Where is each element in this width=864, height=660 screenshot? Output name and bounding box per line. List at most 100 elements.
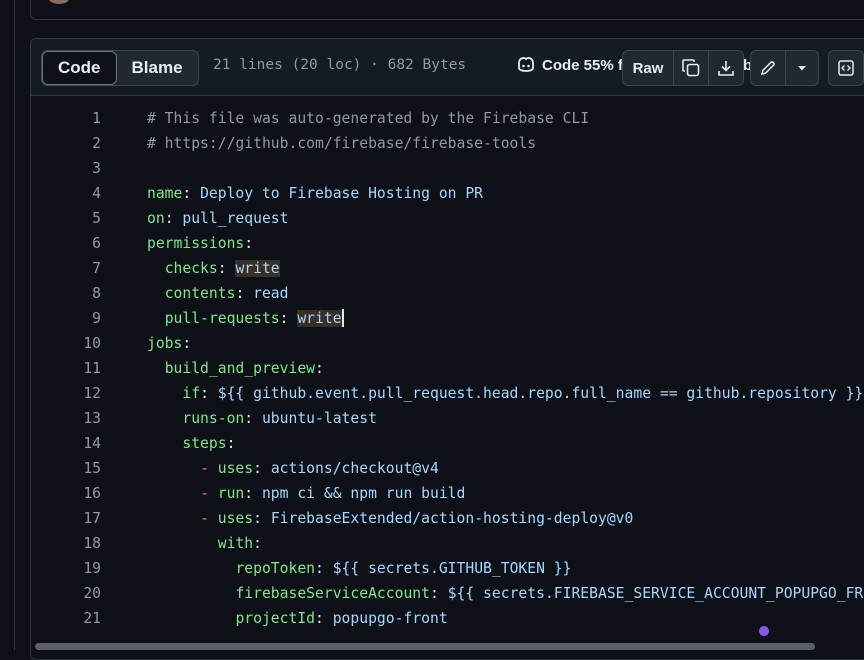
code-line: 10 jobs: (31, 331, 864, 356)
code-token: : (253, 535, 262, 552)
code-token: : (253, 510, 271, 527)
line-content: projectId: popupgo-front (147, 606, 448, 631)
code-line: 18 with: (31, 531, 864, 556)
code-token: # This file was auto-generated by the Fi… (147, 110, 590, 127)
file-header: Code Blame 21 lines (20 loc) · 682 Bytes… (31, 39, 864, 96)
code-token: # https://github.com/firebase/firebase-t… (147, 135, 537, 152)
code-token: if (182, 385, 201, 402)
code-token: runs-on (182, 410, 245, 427)
download-button[interactable] (709, 51, 743, 85)
code-line: 21 projectId: popupgo-front (31, 606, 864, 631)
line-content: - uses: FirebaseExtended/action-hosting-… (147, 506, 633, 531)
code-area[interactable]: 1 # This file was auto-generated by the F… (31, 96, 864, 636)
symbols-panel-button[interactable] (829, 51, 863, 85)
line-number[interactable]: 18 (31, 531, 101, 556)
line-number[interactable]: 6 (31, 231, 101, 256)
line-number[interactable]: 12 (31, 381, 101, 406)
code-token: pull-requests (164, 310, 280, 327)
edit-file-button[interactable] (751, 51, 786, 85)
code-line: 4 name: Deploy to Firebase Hosting on PR (31, 181, 864, 206)
code-token: uses (217, 510, 254, 527)
line-number[interactable]: 10 (31, 331, 101, 356)
more-edit-options-button[interactable] (786, 51, 818, 85)
code-line: 5 on: pull_request (31, 206, 864, 231)
line-number[interactable]: 19 (31, 556, 101, 581)
code-token: : (244, 410, 262, 427)
copy-raw-button[interactable] (674, 51, 709, 85)
line-number[interactable]: 15 (31, 456, 101, 481)
code-line: 19 repoToken: ${{ secrets.GITHUB_TOKEN }… (31, 556, 864, 581)
file-info: 21 lines (20 loc) · 682 Bytes (213, 57, 467, 73)
tab-blame[interactable]: Blame (117, 51, 198, 85)
line-number[interactable]: 5 (31, 206, 101, 231)
code-token: ${{ secrets.FIREBASE_SERVICE_ACCOUNT_POP… (447, 585, 864, 602)
code-token: FirebaseExtended/action-hosting-deploy@v… (270, 510, 634, 527)
code-line: 15 - uses: actions/checkout@v4 (31, 456, 864, 481)
pencil-icon (761, 61, 775, 75)
code-token: npm ci && npm run build (261, 485, 466, 502)
line-content: firebaseServiceAccount: ${{ secrets.FIRE… (147, 581, 864, 606)
code-line: 3 (31, 156, 864, 181)
line-content: if: ${{ github.event.pull_request.head.r… (147, 381, 863, 406)
code-line: 8 contents: read (31, 281, 864, 306)
line-content: name: Deploy to Firebase Hosting on PR (147, 181, 483, 206)
code-token: firebaseServiceAccount (235, 585, 430, 602)
code-token: - (200, 510, 218, 527)
line-number[interactable]: 21 (31, 606, 101, 631)
line-number[interactable]: 14 (31, 431, 101, 456)
line-number[interactable]: 8 (31, 281, 101, 306)
code-token: projectId (235, 610, 316, 627)
horizontal-scrollbar[interactable] (31, 639, 861, 653)
line-content: checks: write (147, 256, 280, 281)
file-actions: Raw (622, 50, 744, 86)
line-content: permissions: (147, 231, 253, 256)
tab-code[interactable]: Code (42, 51, 117, 85)
line-content: # https://github.com/firebase/firebase-t… (147, 131, 536, 156)
code-token: : (253, 460, 271, 477)
line-content: - run: npm ci && npm run build (147, 481, 465, 506)
code-token: pull_request (182, 210, 289, 227)
line-content: - uses: actions/checkout@v4 (147, 456, 439, 481)
code-token: contents (164, 285, 236, 302)
code-token: ubuntu-latest (261, 410, 377, 427)
code-line: 20 firebaseServiceAccount: ${{ secrets.F… (31, 581, 864, 606)
line-number[interactable]: 13 (31, 406, 101, 431)
previous-card (30, 0, 864, 20)
code-line: 13 runs-on: ubuntu-latest (31, 406, 864, 431)
code-line: 2 # https://github.com/firebase/firebase-… (31, 131, 864, 156)
code-token: popupgo-front (332, 610, 448, 627)
copilot-icon (518, 57, 534, 72)
code-line: 6 permissions: (31, 231, 864, 256)
line-number[interactable]: 4 (31, 181, 101, 206)
code-token: run (217, 485, 245, 502)
code-line: 1 # This file was auto-generated by the F… (31, 106, 864, 131)
code-token: read (253, 285, 289, 302)
code-token: : (429, 585, 448, 602)
line-number[interactable]: 7 (31, 256, 101, 281)
line-number[interactable]: 17 (31, 506, 101, 531)
code-token: name (147, 185, 183, 202)
raw-button[interactable]: Raw (623, 51, 674, 85)
line-number[interactable]: 2 (31, 131, 101, 156)
line-number[interactable]: 16 (31, 481, 101, 506)
copilot-summary[interactable]: Code 55% f (515, 56, 623, 74)
line-number[interactable]: 1 (31, 106, 101, 131)
code-line: 16 - run: npm ci && npm run build (31, 481, 864, 506)
code-token: ${{ github.event.pull_request.head.repo.… (217, 385, 864, 402)
line-content: on: pull_request (147, 206, 289, 231)
line-number[interactable]: 9 (31, 306, 101, 331)
line-number[interactable]: 11 (31, 356, 101, 381)
code-token: : (182, 185, 201, 202)
copy-icon (682, 59, 700, 77)
code-token: actions/checkout@v4 (270, 460, 439, 477)
scrollbar-thumb[interactable] (35, 643, 815, 650)
line-number[interactable]: 3 (31, 156, 101, 181)
line-number[interactable]: 20 (31, 581, 101, 606)
code-token: Deploy to Firebase Hosting on PR (200, 185, 484, 202)
